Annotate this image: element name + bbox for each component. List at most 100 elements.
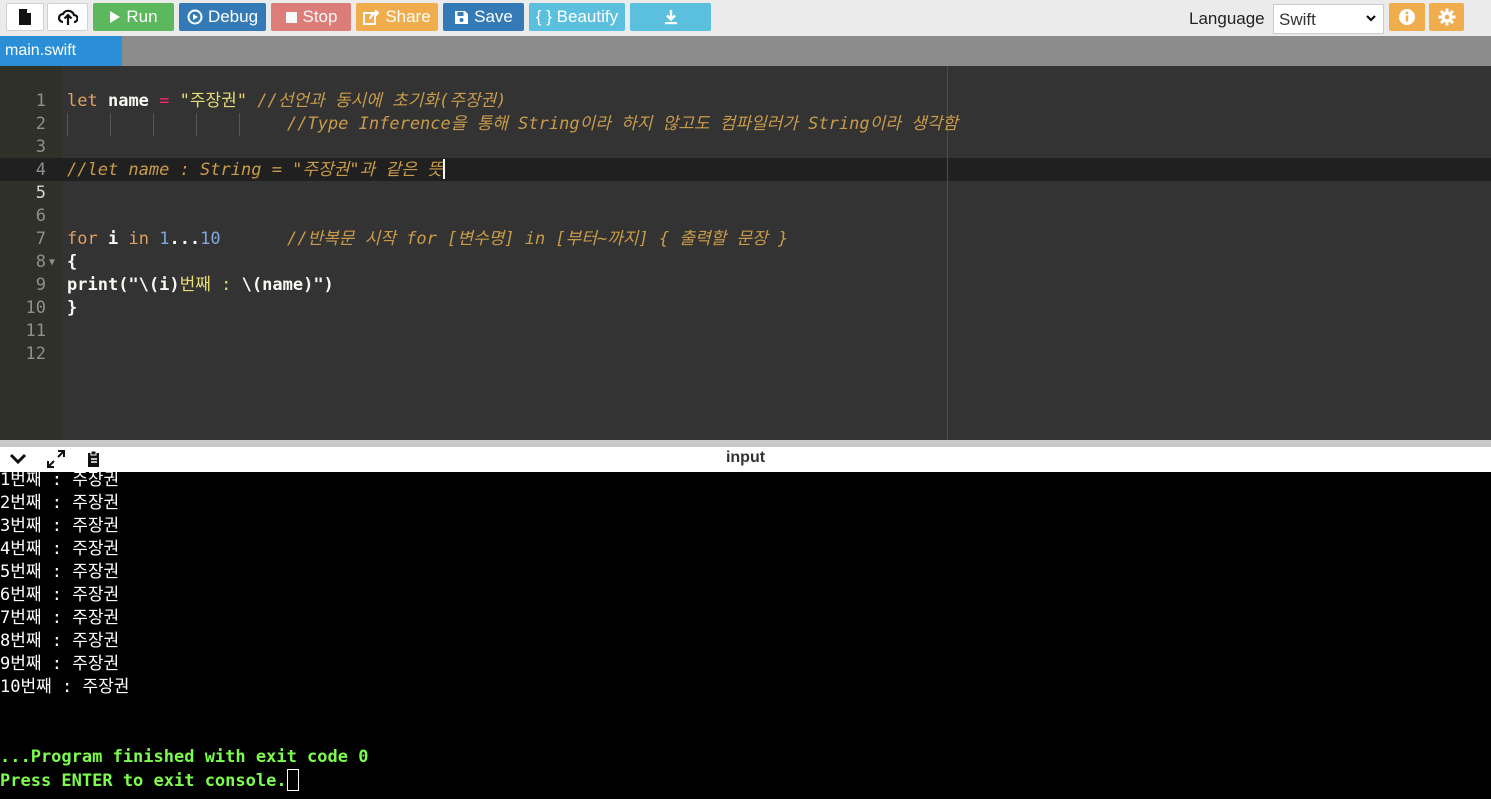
panel-splitter[interactable]	[0, 440, 1491, 447]
comment: //Type Inference을 통해 String이라 하지 않고도 컴파일…	[287, 114, 959, 134]
new-file-button[interactable]	[6, 3, 44, 31]
output-line: 10번째 : 주장권	[0, 677, 130, 697]
share-button[interactable]: Share	[356, 3, 438, 31]
share-icon	[363, 9, 380, 25]
language-value: Swift	[1279, 10, 1316, 29]
text-cursor	[442, 159, 445, 179]
code-line: 1	[0, 67, 1491, 111]
operator: =	[148, 91, 180, 111]
upload-icon	[57, 9, 78, 25]
output-line: 3번째 : 주장권	[0, 516, 120, 536]
indent-guide	[239, 113, 240, 136]
exit-prompt: Press ENTER to exit console.	[0, 769, 299, 792]
output-line: 2번째 : 주장권	[0, 493, 120, 513]
identifier: name	[262, 275, 304, 295]
beautify-button[interactable]: { } Beautify	[529, 3, 625, 31]
language-select[interactable]: Swift	[1273, 4, 1384, 34]
code-text: print("\(i)번째 : \(name)")	[67, 274, 334, 297]
code-line: 9 ▼ {	[0, 251, 1491, 295]
indent-guide	[67, 113, 68, 136]
gear-icon	[1438, 8, 1455, 26]
punctuation: \(	[241, 275, 263, 295]
string-literal: 번째 :	[179, 275, 242, 295]
output-line: 1번째 : 주장권	[0, 470, 120, 490]
punctuation: ("\(	[118, 275, 160, 295]
chevron-down-icon	[1366, 15, 1376, 22]
comment: //선언과 동시에 초기화(주장권)	[257, 91, 507, 111]
number-literal: 1	[159, 229, 170, 249]
code-text: //Type Inference을 통해 String이라 하지 않고도 컴파일…	[287, 113, 958, 136]
settings-button[interactable]	[1429, 3, 1464, 31]
punctuation: )")	[303, 275, 334, 295]
stop-icon	[285, 11, 297, 23]
punctuation: )	[169, 275, 180, 295]
console-title: input	[725, 449, 766, 466]
beautify-label: { } Beautify	[535, 7, 619, 26]
new-file-icon	[19, 9, 31, 25]
info-button[interactable]	[1389, 3, 1425, 31]
identifier: i	[107, 229, 119, 249]
string-literal: "주장권"	[179, 91, 248, 111]
info-icon	[1399, 9, 1415, 25]
tab-main-swift[interactable]: main.swift	[0, 36, 122, 66]
upload-button[interactable]	[47, 3, 88, 31]
code-text: //반복문 시작 for [변수명] in [부터~까지] { 출력할 문장 }	[287, 228, 788, 251]
stop-button[interactable]: Stop	[271, 3, 351, 31]
collapse-icon[interactable]	[9, 452, 27, 466]
exit-prompt-text: Press ENTER to exit console.	[0, 771, 287, 791]
code-line: 2 let name = "주장권" //선언과 동시에 초기화(주장권)	[0, 90, 1491, 134]
download-button[interactable]	[630, 3, 711, 31]
run-label: Run	[126, 7, 158, 26]
share-label: Share	[385, 7, 431, 26]
copy-icon[interactable]	[86, 450, 102, 468]
code-line: 12	[0, 320, 1491, 364]
code-line: 10 print("\(i)번째 : \(name)")	[0, 274, 1491, 318]
debug-icon	[187, 9, 203, 25]
save-label: Save	[474, 7, 513, 26]
code-text: //let name : String = "주장권"과 같은 뜻	[67, 159, 445, 182]
code-text: {	[67, 252, 78, 272]
play-icon	[110, 11, 121, 23]
fold-toggle[interactable]: ▼	[49, 251, 55, 274]
exit-code-message: ...Program finished with exit code 0	[0, 747, 369, 767]
code-text: let name = "주장권" //선언과 동시에 초기화(주장권)	[67, 90, 506, 113]
save-icon	[455, 10, 469, 24]
keyword: for	[67, 229, 98, 249]
output-line: 6번째 : 주장권	[0, 585, 120, 605]
run-button[interactable]: Run	[93, 3, 174, 31]
keyword: in	[128, 229, 149, 249]
console-output[interactable]: 1번째 : 주장권 2번째 : 주장권 3번째 : 주장권 4번째 : 주장권 …	[0, 470, 1491, 799]
code-editor[interactable]: 1 2 let name = "주장권" //선언과 동시에 초기화(주장권) …	[0, 66, 1491, 440]
code-line: 5 //let name : String = "주장권"과 같은 뜻	[0, 159, 1491, 203]
code-line: 7	[0, 205, 1491, 249]
code-line: 11 }	[0, 297, 1491, 341]
expand-icon[interactable]	[47, 450, 65, 468]
comment: //let name : String = "주장권"과 같은 뜻	[67, 160, 443, 180]
output-line: 7번째 : 주장권	[0, 608, 120, 628]
file-tab-bar: main.swift	[0, 36, 1491, 66]
number-literal: 10	[200, 229, 221, 249]
identifier: name	[107, 91, 149, 111]
save-button[interactable]: Save	[443, 3, 524, 31]
console-header: input	[0, 447, 1491, 472]
debug-button[interactable]: Debug	[179, 3, 266, 31]
code-text: }	[67, 298, 78, 318]
function-name: print	[67, 275, 119, 295]
debug-label: Debug	[207, 7, 259, 26]
toolbar: Run Debug Stop Share Save { } Beautify L…	[0, 0, 1491, 36]
code-line: 3 //Type Inference을 통해 String이라 하지 않고도 컴…	[0, 113, 1491, 157]
code-line: 8 for i in 1...10 //반복문 시작 for [변수명] in …	[0, 228, 1491, 272]
language-label: Language	[1189, 9, 1265, 28]
code-line: 4	[0, 136, 1491, 180]
indent-guide	[153, 113, 154, 136]
identifier: i	[159, 275, 170, 295]
stop-label: Stop	[302, 7, 338, 26]
comment: //반복문 시작 for [변수명] in [부터~까지] { 출력할 문장 }	[287, 229, 789, 249]
indent-guide	[196, 113, 197, 136]
terminal-cursor	[286, 769, 299, 791]
output-line: 5번째 : 주장권	[0, 562, 120, 582]
indent-guide	[110, 113, 111, 136]
output-line: 8번째 : 주장권	[0, 631, 120, 651]
line-number: 12	[25, 344, 46, 364]
code-text: for i in 1...10	[67, 228, 221, 251]
